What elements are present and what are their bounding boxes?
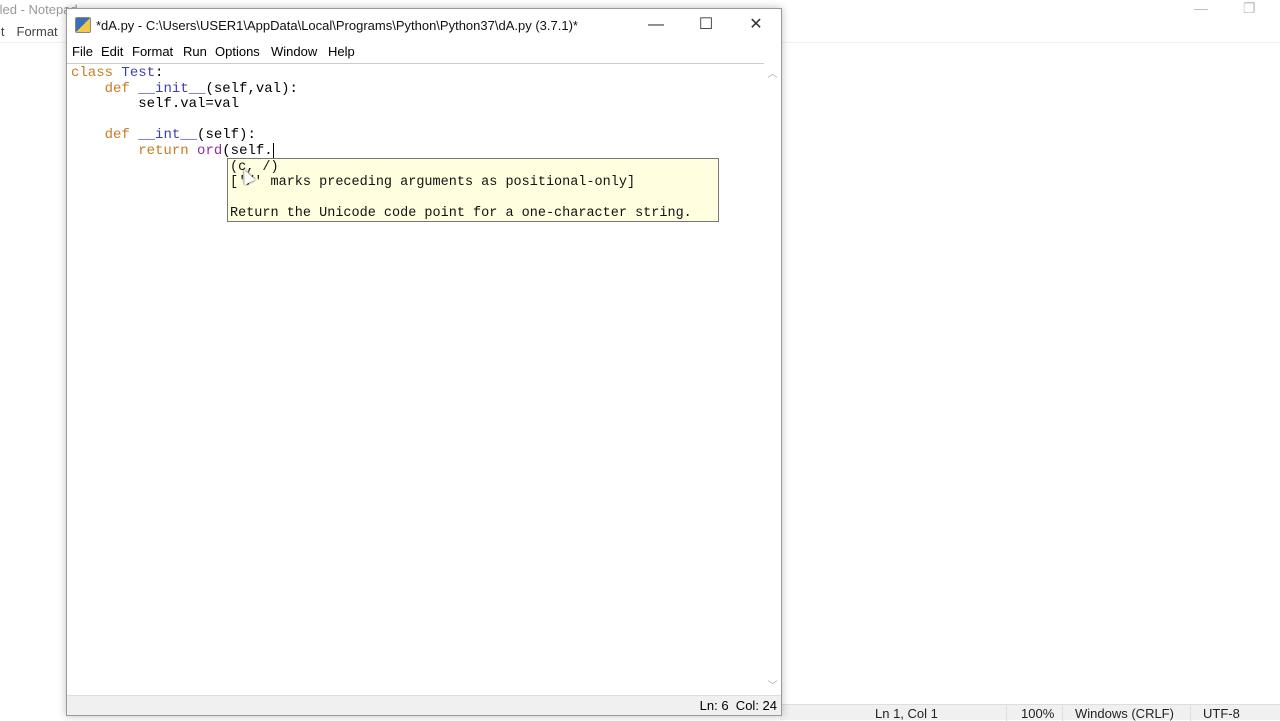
- menu-options[interactable]: Options: [215, 44, 260, 59]
- idle-editor-window: *dA.py - C:\Users\USER1\AppData\Local\Pr…: [66, 8, 782, 716]
- window-title: *dA.py - C:\Users\USER1\AppData\Local\Pr…: [96, 18, 578, 33]
- notepad-menu: it Format: [0, 24, 70, 39]
- minimize-button[interactable]: —: [633, 9, 679, 41]
- scroll-up-icon[interactable]: ︿: [764, 65, 781, 80]
- calltip-note: ['/' marks preceding arguments as positi…: [230, 175, 636, 190]
- notepad-menu-format[interactable]: Format: [17, 24, 58, 39]
- title-bar[interactable]: *dA.py - C:\Users\USER1\AppData\Local\Pr…: [67, 9, 781, 41]
- code-line: return ord(self.: [71, 143, 274, 159]
- code-token: (self.: [222, 143, 273, 159]
- vertical-scrollbar[interactable]: ︿ ﹀: [764, 63, 781, 694]
- text-caret: [272, 143, 274, 158]
- python-file-icon: [75, 17, 91, 33]
- menu-bar: File Edit Format Run Options Window Help: [67, 41, 781, 63]
- notepad-restore-button[interactable]: ❐: [1243, 0, 1256, 17]
- menu-format[interactable]: Format: [132, 44, 173, 59]
- code-token: Test: [121, 65, 156, 81]
- code-token: (self,val):: [205, 81, 298, 97]
- menu-edit[interactable]: Edit: [101, 44, 123, 59]
- notepad-menu-edit[interactable]: it: [0, 24, 5, 39]
- code-token: :: [155, 65, 164, 81]
- notepad-line-ending: Windows (CRLF): [1075, 706, 1174, 721]
- menu-file[interactable]: File: [72, 44, 93, 59]
- code-token: def: [104, 81, 130, 97]
- code-token: class: [71, 65, 114, 81]
- code-line: self.val=val: [71, 96, 239, 112]
- close-button[interactable]: ✕: [733, 9, 779, 41]
- code-token: ord: [197, 143, 223, 159]
- code-token: self.val=val: [71, 96, 240, 112]
- code-line: class Test:: [71, 65, 163, 81]
- cursor-position: Ln: 6 Col: 24: [699, 698, 777, 713]
- code-token: (self):: [197, 127, 256, 143]
- scroll-down-icon[interactable]: ﹀: [764, 677, 781, 692]
- calltip: (c, /) ['/' marks preceding arguments as…: [227, 158, 719, 222]
- notepad-minimize-button[interactable]: —: [1194, 0, 1208, 16]
- calltip-signature: (c, /): [230, 160, 279, 175]
- menu-run[interactable]: Run: [183, 44, 207, 59]
- status-bar: Ln: 6 Col: 24: [67, 695, 781, 715]
- notepad-status-bar: Ln 1, Col 1 100% Windows (CRLF) UTF-8: [780, 704, 1280, 721]
- code-token: __init__: [138, 81, 206, 97]
- maximize-button[interactable]: ☐: [683, 9, 729, 41]
- code-line: def __int__(self):: [71, 127, 256, 143]
- notepad-encoding: UTF-8: [1203, 706, 1240, 721]
- code-token: def: [104, 127, 130, 143]
- notepad-position: Ln 1, Col 1: [875, 706, 938, 721]
- menu-help[interactable]: Help: [328, 44, 355, 59]
- code-line: def __init__(self,val):: [71, 81, 298, 97]
- code-token: return: [138, 143, 189, 159]
- notepad-zoom: 100%: [1021, 706, 1055, 721]
- calltip-doc: Return the Unicode code point for a one-…: [230, 206, 692, 221]
- code-token: __int__: [138, 127, 198, 143]
- menu-window[interactable]: Window: [271, 44, 317, 59]
